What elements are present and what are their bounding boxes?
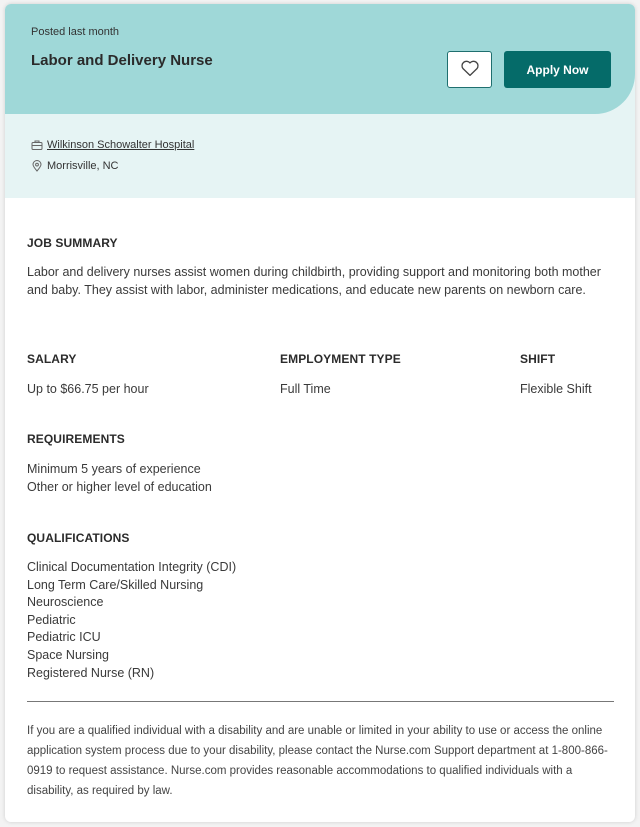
job-summary-heading: JOB SUMMARY <box>27 236 118 250</box>
briefcase-icon <box>31 139 43 151</box>
job-header-top: Posted last month Labor and Delivery Nur… <box>5 4 635 114</box>
company-link[interactable]: Wilkinson Schowalter Hospital <box>47 139 194 151</box>
heart-outline-icon <box>460 59 480 80</box>
job-header: Posted last month Labor and Delivery Nur… <box>5 4 635 198</box>
company-row: Wilkinson Schowalter Hospital <box>31 139 194 151</box>
location-text: Morrisville, NC <box>47 160 119 172</box>
salary-heading: SALARY <box>27 352 77 366</box>
qualification-item: Space Nursing <box>27 647 109 662</box>
qualification-item: Clinical Documentation Integrity (CDI) <box>27 560 237 574</box>
qualification-item: Pediatric <box>27 612 76 627</box>
location-row: Morrisville, NC <box>31 160 119 172</box>
job-summary-text: Labor and delivery nurses assist women d… <box>27 265 601 297</box>
employment-type-heading: EMPLOYMENT TYPE <box>280 352 401 366</box>
requirements-list: Minimum 5 years of experience Other or h… <box>27 461 212 496</box>
requirements-heading: REQUIREMENTS <box>27 432 125 446</box>
requirement-item: Other or higher level of education <box>27 479 212 494</box>
qualifications-heading: QUALIFICATIONS <box>27 531 130 545</box>
qualification-item: Neuroscience <box>27 595 104 610</box>
favorite-button[interactable] <box>447 51 492 88</box>
shift-value: Flexible Shift <box>520 382 592 396</box>
qualifications-list: Clinical Documentation Integrity (CDI) L… <box>27 559 236 682</box>
divider <box>27 701 614 702</box>
posted-date: Posted last month <box>31 26 120 38</box>
shift-heading: SHIFT <box>520 352 556 366</box>
requirement-item: Minimum 5 years of experience <box>27 462 201 476</box>
qualification-item: Registered Nurse (RN) <box>27 665 155 680</box>
employment-type-value: Full Time <box>280 382 331 396</box>
job-card: Posted last month Labor and Delivery Nur… <box>5 4 635 822</box>
qualification-item: Long Term Care/Skilled Nursing <box>27 577 204 592</box>
map-pin-icon <box>31 160 43 172</box>
qualification-item: Pediatric ICU <box>27 630 101 645</box>
job-title: Labor and Delivery Nurse <box>31 52 213 69</box>
apply-now-button[interactable]: Apply Now <box>504 51 611 88</box>
salary-value: Up to $66.75 per hour <box>27 382 149 396</box>
disability-disclaimer: If you are a qualified individual with a… <box>27 725 608 797</box>
